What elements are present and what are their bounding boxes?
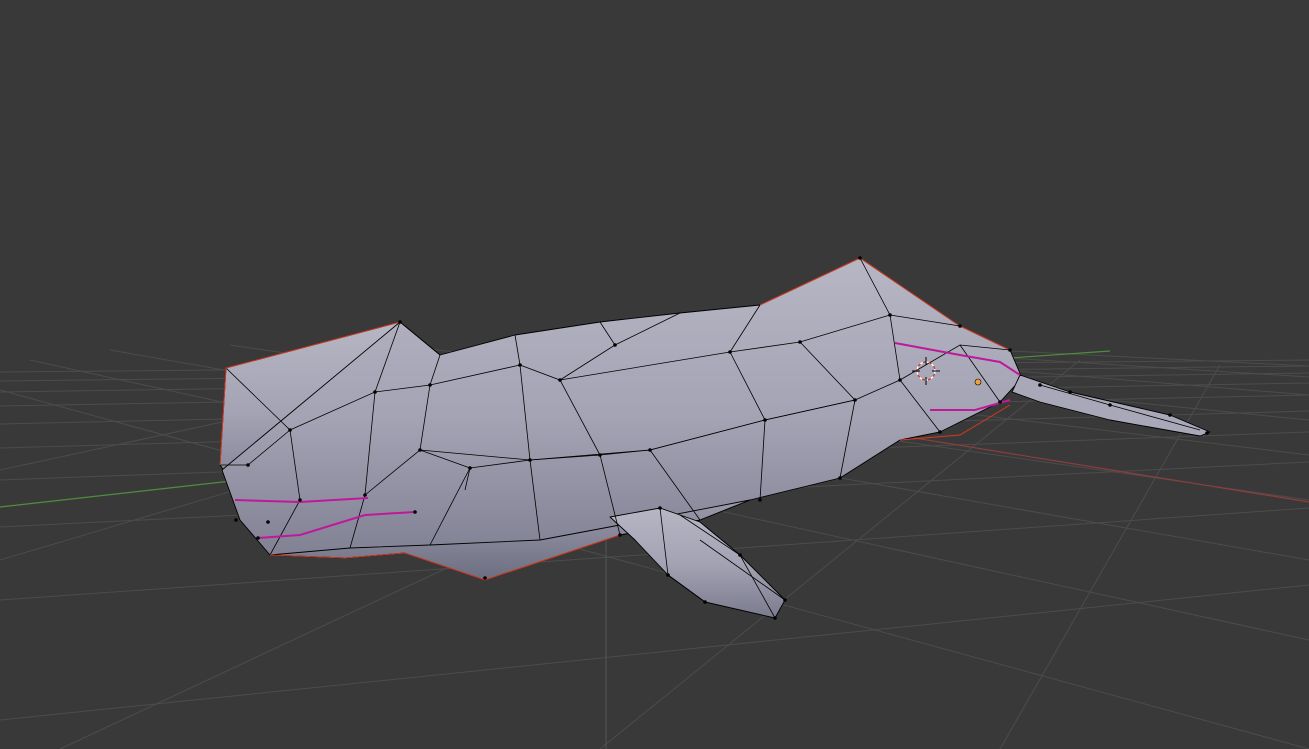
3d-viewport[interactable] [0, 0, 1309, 749]
y-axis-line [0, 479, 241, 508]
object-origin-icon [974, 378, 982, 386]
viewport-canvas[interactable] [0, 0, 1309, 749]
narwhal-mesh[interactable] [219, 257, 1211, 619]
flipper [609, 507, 786, 619]
